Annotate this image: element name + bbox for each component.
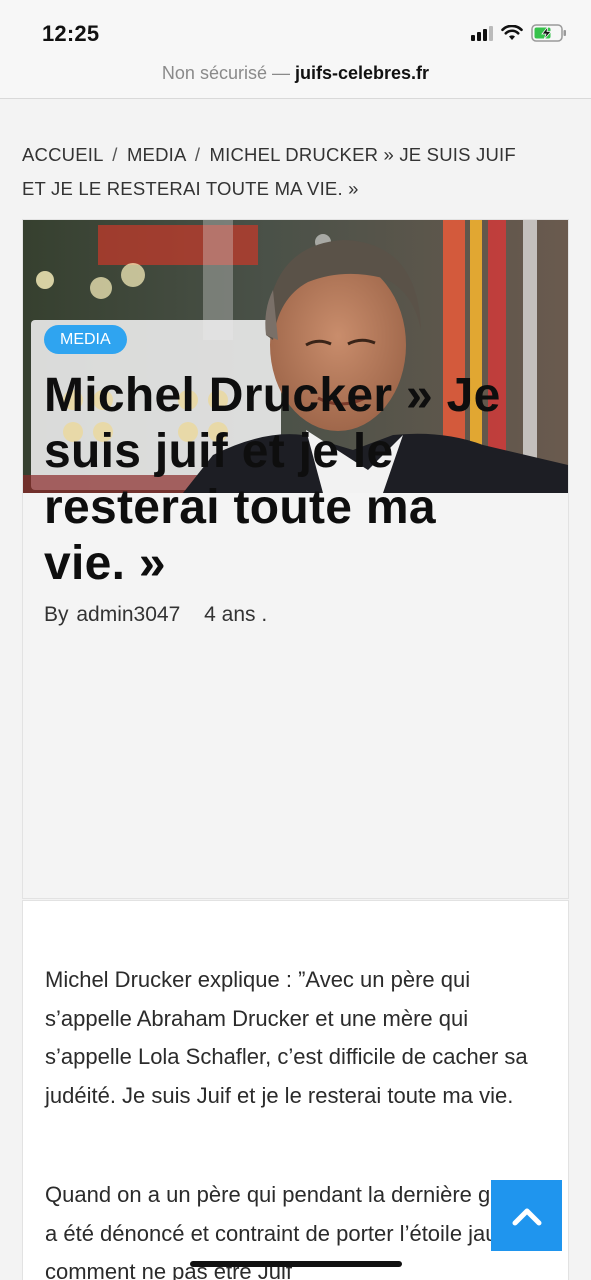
breadcrumb-separator: / [112, 144, 118, 165]
status-time: 12:25 [42, 21, 100, 46]
author-link[interactable]: admin3047 [76, 603, 180, 626]
article-title: Michel Drucker » Je suis juif et je le r… [44, 369, 501, 590]
status-icons [471, 24, 567, 42]
by-label: By [44, 603, 69, 626]
article-paragraph: Michel Drucker explique : ”Avec un père … [45, 967, 528, 1108]
wifi-icon [501, 25, 523, 41]
insecure-label: Non sécurisé — [161, 63, 290, 83]
battery-charging-icon [531, 24, 567, 42]
category-badge[interactable]: MEDIA [44, 325, 127, 354]
address-bar[interactable]: Non sécurisé — juifs-celebres.fr [0, 58, 591, 99]
breadcrumb-category[interactable]: MEDIA [127, 144, 186, 165]
article-meta: By admin3047 4 ans . [44, 603, 267, 627]
breadcrumb: ACCUEIL / MEDIA / MICHEL DRUCKER » JE SU… [22, 138, 542, 206]
chevron-up-icon [512, 1208, 541, 1225]
url-domain: juifs-celebres.fr [295, 63, 430, 83]
scroll-to-top-button[interactable] [491, 1180, 562, 1251]
signal-icon [471, 25, 493, 41]
home-indicator[interactable] [190, 1261, 402, 1267]
breadcrumb-separator: / [194, 144, 201, 165]
status-bar: 12:25 [0, 0, 591, 58]
article-content: Michel Drucker explique : ”Avec un père … [22, 900, 569, 1280]
breadcrumb-home[interactable]: ACCUEIL [22, 144, 103, 165]
article-date: 4 ans . [204, 603, 268, 626]
